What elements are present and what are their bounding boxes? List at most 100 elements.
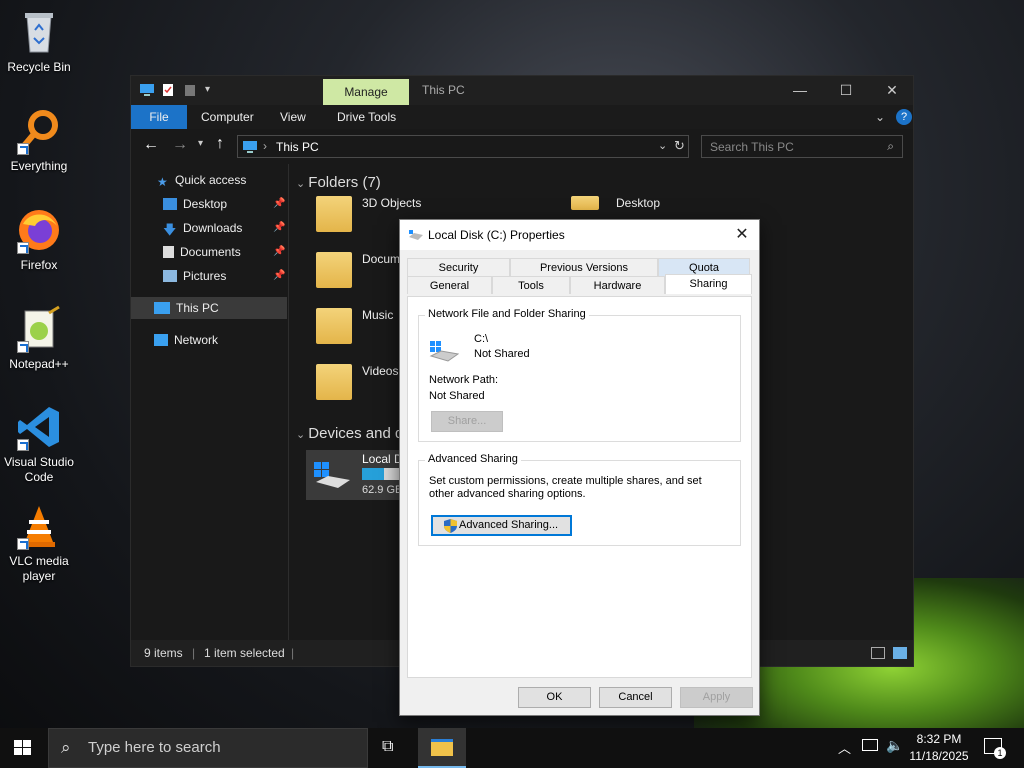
dialog-titlebar: Local Disk (C:) Properties ✕ (400, 220, 759, 250)
this-pc-icon (154, 302, 170, 314)
music-folder-icon[interactable] (316, 308, 352, 344)
nav-item-pictures[interactable]: Pictures (163, 265, 226, 287)
desktop-icon-everything[interactable]: Everything (0, 107, 78, 174)
desktop-icon-firefox[interactable]: Firefox (0, 206, 78, 273)
help-icon[interactable]: ? (896, 109, 912, 125)
tab-security[interactable]: Security (407, 258, 510, 276)
recycle-bin-icon (15, 8, 63, 56)
pin-icon: 📌 (273, 222, 286, 233)
ribbon-tab-computer[interactable]: Computer (201, 105, 254, 129)
volume-muted-icon[interactable]: 🔈 (886, 737, 903, 754)
nav-item-quick-access[interactable]: ★ Quick access (157, 169, 246, 191)
documents-folder-icon[interactable] (316, 252, 352, 288)
tab-general[interactable]: General (407, 276, 492, 294)
expand-ribbon-icon[interactable]: ⌄ (875, 105, 885, 129)
section-title: Folders (7) (308, 174, 381, 191)
videos-folder-icon[interactable] (316, 364, 352, 400)
nav-item-documents[interactable]: Documents (163, 241, 241, 263)
properties-icon[interactable] (161, 83, 175, 97)
dialog-close-button[interactable]: ✕ (731, 224, 753, 246)
ribbon-tab-view[interactable]: View (280, 105, 306, 129)
manage-contextual-tab[interactable]: Manage (323, 79, 409, 105)
folder-music[interactable]: Music (362, 308, 393, 322)
taskbar-search-box[interactable]: ⌕ Type here to search (48, 728, 368, 768)
vscode-icon (15, 403, 63, 451)
minimize-button[interactable]: — (777, 80, 823, 100)
desktop-icon-recycle-bin[interactable]: Recycle Bin (0, 8, 78, 75)
address-dropdown-icon[interactable]: ⌄ (658, 139, 667, 152)
desktop-icon-vscode[interactable]: Visual Studio Code (0, 403, 78, 485)
properties-dialog: Local Disk (C:) Properties ✕ Security Pr… (399, 219, 760, 716)
back-arrow-icon[interactable]: ← (143, 136, 159, 154)
sharing-tab-page: Network File and Folder Sharing C:\ Not … (407, 296, 752, 678)
desktop-icon-label: Firefox (20, 258, 58, 272)
download-arrow-icon: 🡇 (163, 222, 177, 237)
tab-previous-versions[interactable]: Previous Versions (510, 258, 658, 276)
collapse-chevron-icon: ⌄ (296, 178, 309, 190)
address-row: ← → ▾ ↑ › This PC ⌄ ↻ Search This PC ⌕ (131, 129, 913, 164)
address-bar[interactable]: › This PC ⌄ ↻ (237, 135, 689, 158)
tab-sharing[interactable]: Sharing (665, 274, 752, 294)
this-pc-icon (139, 83, 154, 97)
task-view-icon[interactable]: ⧉ (382, 738, 393, 756)
local-disk-tile[interactable]: Local D 62.9 GB (306, 450, 406, 500)
nav-item-this-pc[interactable]: This PC (154, 297, 219, 319)
pin-icon: 📌 (273, 270, 286, 281)
advanced-sharing-button[interactable]: Advanced Sharing... (431, 515, 572, 536)
customize-toolbar-icon[interactable]: ▾ (205, 83, 219, 97)
folder-documents[interactable]: Docum (362, 252, 400, 266)
folders-section-header[interactable]: ⌄ Folders (7) (296, 174, 381, 191)
window-title: This PC (422, 83, 465, 97)
apply-button[interactable]: Apply (680, 687, 753, 708)
action-center-icon[interactable]: 1 (984, 738, 1006, 759)
clock-time[interactable]: 8:32 PM (906, 732, 972, 746)
ribbon-tab-file[interactable]: File (131, 105, 187, 129)
clock-date[interactable]: 11/18/2025 (906, 749, 972, 763)
taskbar: ⌕ Type here to search ⧉ ︿ 🔈 8:32 PM 11/1… (0, 728, 1024, 768)
search-input[interactable]: Search This PC ⌕ (701, 135, 903, 158)
details-view-icon[interactable] (871, 647, 885, 659)
3d-objects-folder-icon[interactable] (316, 196, 352, 232)
ok-button[interactable]: OK (518, 687, 591, 708)
folder-3d-objects[interactable]: 3D Objects (362, 196, 421, 210)
folder-desktop[interactable]: Desktop (616, 196, 660, 210)
devices-section-header[interactable]: ⌄ Devices and d (296, 425, 403, 442)
up-arrow-icon[interactable]: ↑ (216, 135, 224, 153)
share-button[interactable]: Share... (431, 411, 503, 432)
network-icon[interactable] (862, 739, 878, 751)
status-divider: | (192, 646, 196, 660)
maximize-button[interactable]: ☐ (823, 80, 869, 100)
group-label: Network File and Folder Sharing (425, 308, 589, 320)
new-folder-icon[interactable] (183, 83, 197, 97)
large-icons-view-icon[interactable] (893, 647, 907, 659)
tab-tools[interactable]: Tools (492, 276, 570, 294)
refresh-icon[interactable]: ↻ (674, 138, 685, 154)
ribbon-tab-drive-tools[interactable]: Drive Tools (337, 105, 396, 129)
desktop-folder-icon[interactable] (571, 196, 599, 210)
cancel-button[interactable]: Cancel (599, 687, 672, 708)
desktop-icon-label: Notepad++ (9, 357, 69, 371)
star-icon: ★ (157, 175, 168, 189)
nav-label: This PC (176, 301, 219, 315)
breadcrumb-separator-icon: › (263, 139, 267, 153)
forward-arrow-icon[interactable]: → (172, 136, 188, 154)
taskbar-search-placeholder: Type here to search (88, 739, 221, 756)
taskbar-file-explorer[interactable] (418, 728, 466, 768)
desktop-icon-vlc[interactable]: VLC media player (0, 502, 78, 584)
nav-item-desktop[interactable]: Desktop (163, 193, 227, 215)
desktop-icon-label: Everything (10, 159, 68, 173)
breadcrumb[interactable]: This PC (276, 140, 319, 154)
ribbon-tabs: File Computer View Drive Tools ⌄ ? (131, 105, 913, 129)
selection-count: 1 item selected (204, 646, 285, 660)
drive-path: C:\ (474, 333, 489, 345)
desktop-icon-notepadpp[interactable]: Notepad++ (0, 305, 78, 372)
show-hidden-icons-chevron-icon[interactable]: ︿ (838, 738, 851, 757)
pictures-icon (163, 270, 177, 282)
tab-hardware[interactable]: Hardware (570, 276, 665, 294)
recent-locations-icon[interactable]: ▾ (198, 138, 203, 149)
start-button[interactable] (14, 740, 32, 759)
nav-item-downloads[interactable]: 🡇 Downloads (163, 217, 242, 239)
folder-videos[interactable]: Videos (362, 364, 398, 378)
nav-item-network[interactable]: Network (154, 329, 218, 351)
close-button[interactable]: ✕ (869, 80, 915, 100)
